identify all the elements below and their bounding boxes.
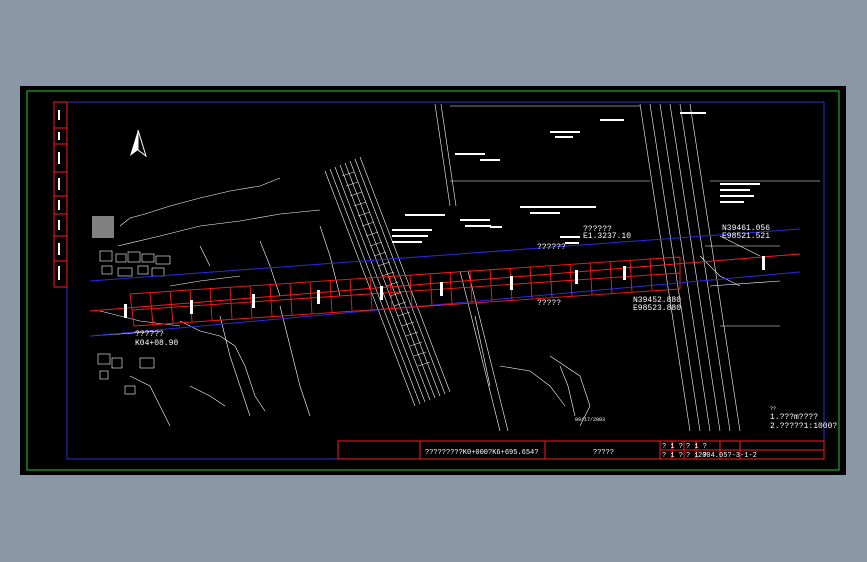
title-block-title: ?????????K0+000?K6+695.654? bbox=[425, 449, 538, 457]
railway-ties bbox=[341, 171, 431, 367]
cad-drawing: ?????? K04+08.90 ?????? ?????? E1.3237.1… bbox=[26, 90, 840, 471]
railway-lines bbox=[324, 156, 451, 407]
revision-strip-marks bbox=[58, 110, 60, 280]
coord-east-2: E98523.880 bbox=[633, 304, 681, 313]
title-block-cell-b: ? 1 ? bbox=[686, 443, 707, 451]
note-header: ?? bbox=[770, 406, 776, 412]
title-block-cell-c: ? 1 ? bbox=[662, 452, 683, 460]
note-line-2: 2.?????1:1000? bbox=[770, 422, 837, 431]
date-label: 09/17/2003 bbox=[575, 417, 605, 423]
start-coord-value: K04+08.90 bbox=[135, 339, 178, 348]
scattered-labels bbox=[392, 112, 760, 244]
coord-east-mid: E1.3237.10 bbox=[583, 232, 631, 241]
cad-viewport[interactable]: ?????? K04+08.90 ?????? ?????? E1.3237.1… bbox=[20, 86, 846, 475]
building-block bbox=[92, 216, 114, 238]
start-coord-label: ?????? bbox=[135, 330, 164, 339]
mid-label-1: ?????? bbox=[537, 243, 566, 252]
revision-strip bbox=[53, 101, 68, 288]
route-band bbox=[129, 256, 681, 327]
title-block-subtitle: ????? bbox=[593, 449, 614, 457]
route-centerline bbox=[89, 253, 801, 312]
note-line-1: 1.???m???? bbox=[770, 413, 818, 422]
building-outlines bbox=[89, 177, 341, 427]
mid-label-3: ????? bbox=[537, 299, 561, 308]
title-block-cell-a: ? 1 ? bbox=[662, 443, 683, 451]
north-arrow-icon bbox=[130, 129, 147, 158]
coord-east-1: E98521.521 bbox=[722, 232, 770, 241]
drawing-number: 2004.05?-3-1-2 bbox=[698, 452, 757, 460]
